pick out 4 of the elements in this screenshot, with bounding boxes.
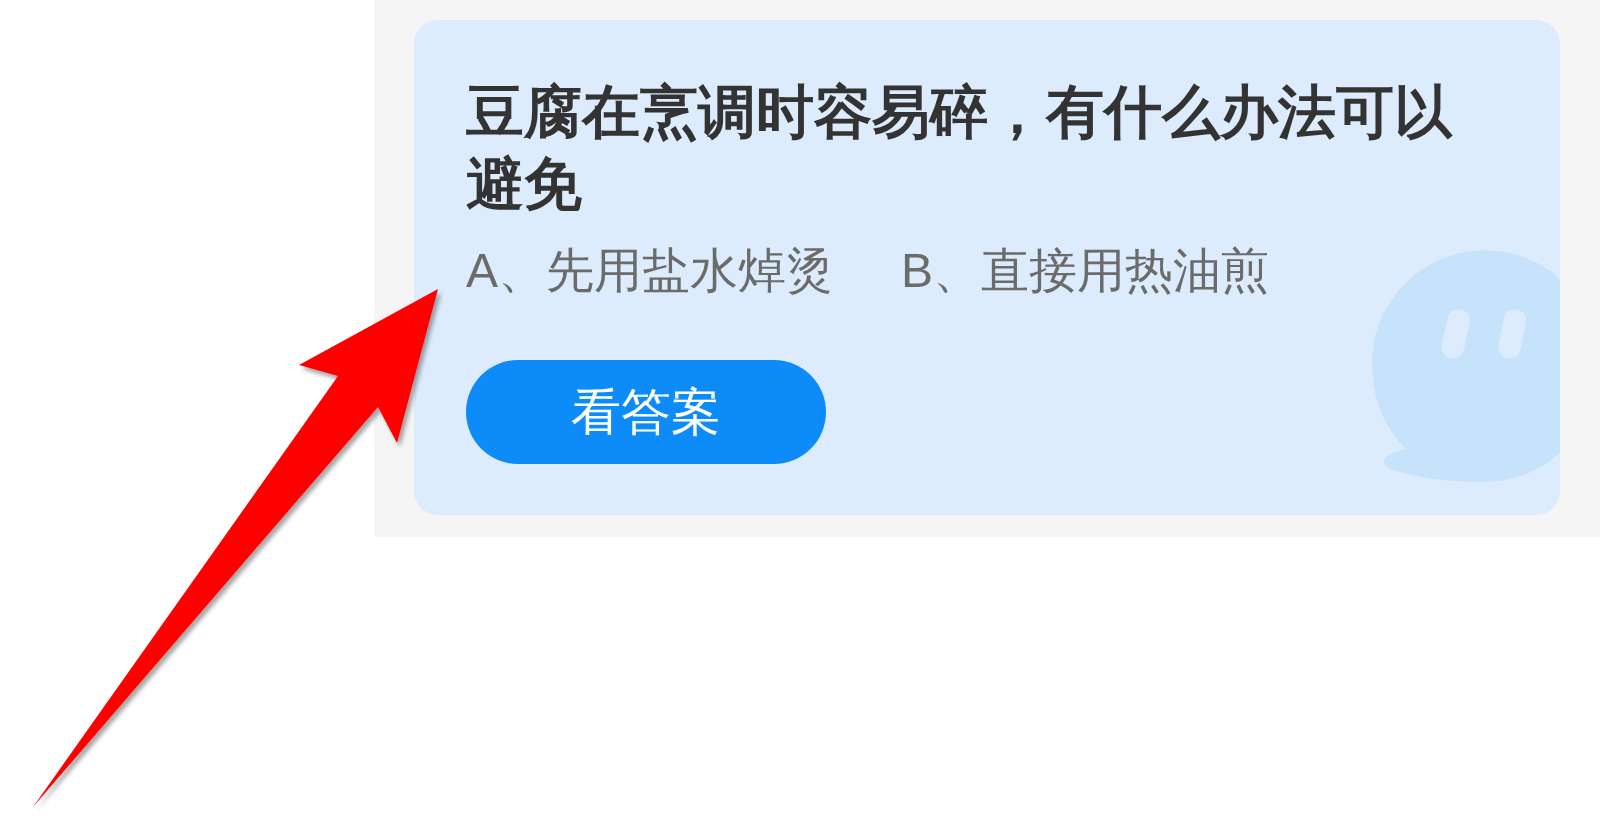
show-answer-button[interactable]: 看答案 [466,360,826,464]
answer-option: A、先用盐水焯烫 [466,244,834,298]
answer-option: B、直接用热油煎 [901,244,1270,298]
question-title: 豆腐在烹调时容易碎，有什么办法可以避免 [466,78,1454,218]
